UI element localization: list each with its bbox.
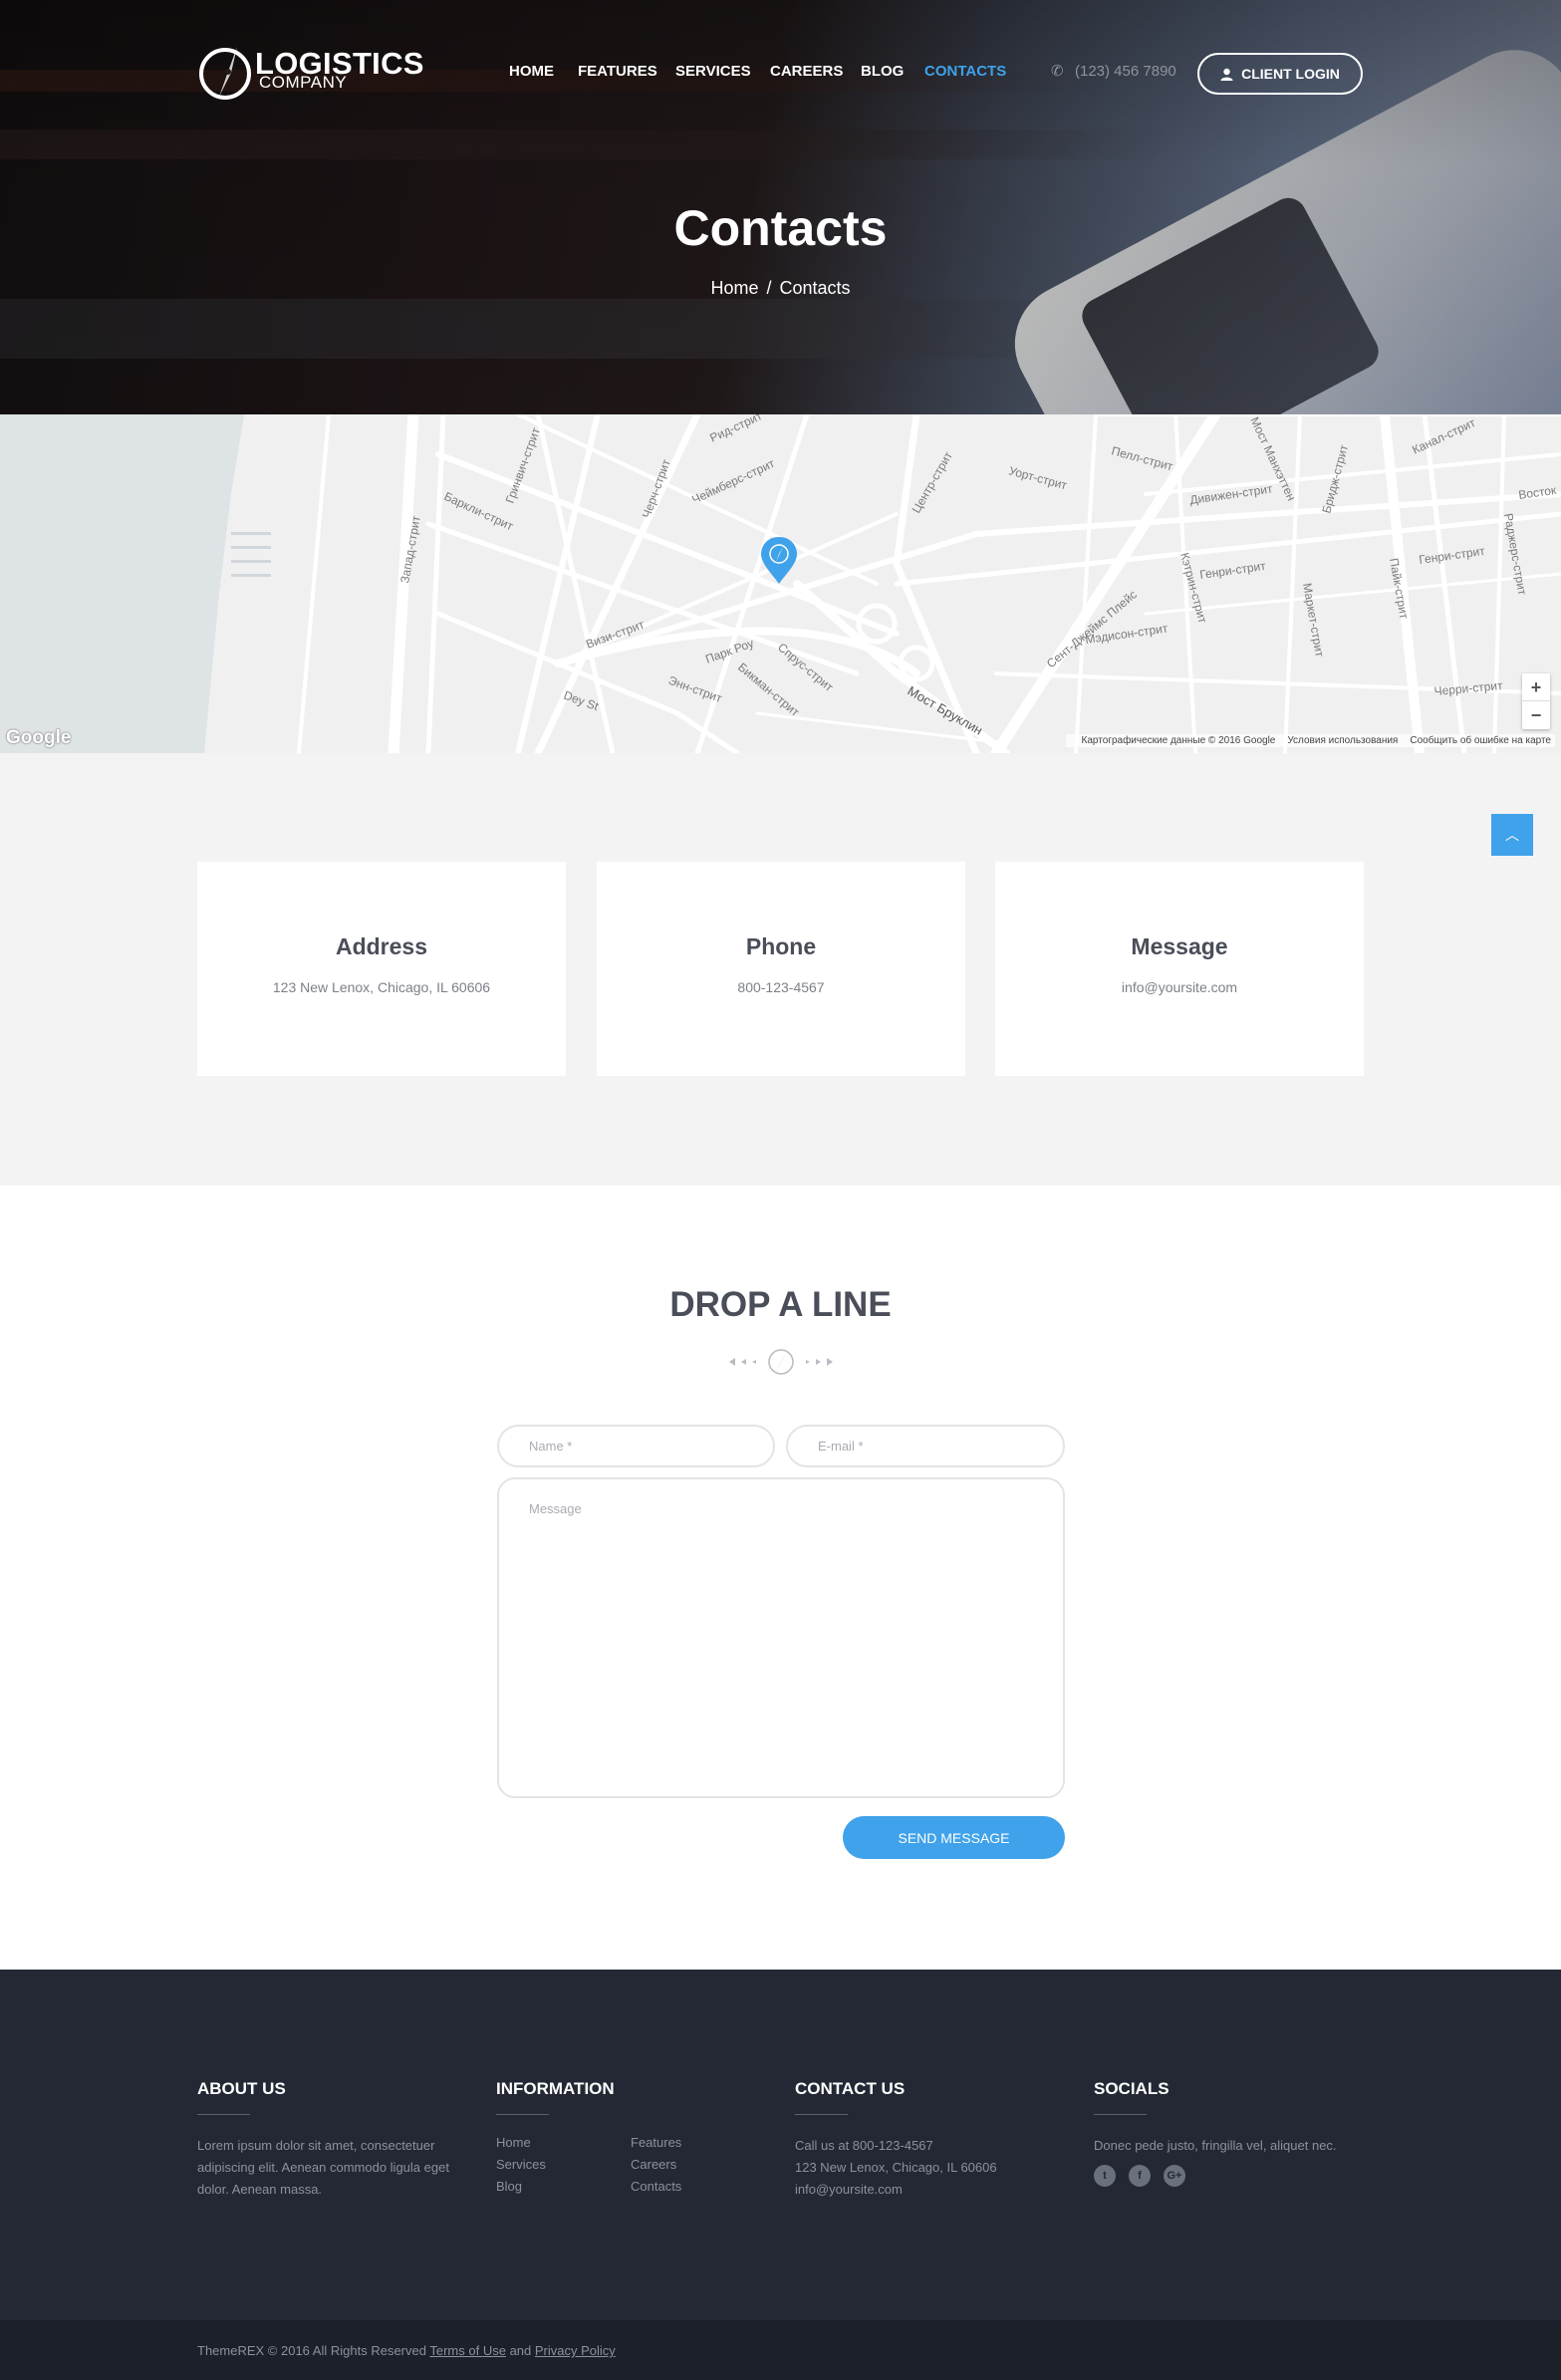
footer-contact: CONTACT US Call us at 800-123-4567 123 N… — [795, 2079, 1064, 2201]
terms-link[interactable]: Terms of Use — [429, 2343, 506, 2358]
footer-divider — [496, 2114, 549, 2115]
breadcrumb-separator: / — [766, 278, 772, 298]
compass-logo-icon — [199, 47, 251, 100]
client-login-button[interactable]: CLIENT LOGIN — [1197, 53, 1363, 95]
nav-contacts[interactable]: CONTACTS — [924, 63, 1006, 80]
privacy-link[interactable]: Privacy Policy — [535, 2343, 616, 2358]
email-field[interactable] — [786, 1425, 1065, 1467]
footer-about-text: Lorem ipsum dolor sit amet, consectetuer… — [197, 2138, 449, 2197]
header-phone-number: (123) 456 7890 — [1075, 63, 1176, 80]
address-card: Address 123 New Lenox, Chicago, IL 60606 — [197, 862, 566, 1076]
google-plus-icon[interactable]: G+ — [1164, 2165, 1185, 2187]
twitter-icon[interactable]: t — [1094, 2165, 1116, 2187]
footer-about: ABOUT US Lorem ipsum dolor sit amet, con… — [197, 2079, 466, 2201]
phone-icon: ✆ — [1051, 63, 1064, 80]
logo-word-company: COMPANY — [259, 73, 348, 92]
nav-services[interactable]: SERVICES — [675, 63, 751, 80]
card-title: Phone — [745, 933, 817, 959]
back-to-top-button[interactable]: ︿ — [1491, 814, 1533, 856]
message-field[interactable] — [497, 1477, 1065, 1798]
footer-contact-email[interactable]: info@yoursite.com — [795, 2179, 1064, 2201]
zoom-in-button[interactable]: + — [1522, 673, 1550, 701]
chevron-up-icon: ︿ — [1505, 827, 1519, 843]
copyright-bar: ThemeREX © 2016 All Rights Reserved Term… — [0, 2320, 1561, 2380]
map-terms-link[interactable]: Условия использования — [1287, 735, 1398, 746]
copyright-label: ThemeREX © 2016 All Rights Reserved — [197, 2343, 426, 2358]
footer-socials-text: Donec pede justo, fringilla vel, aliquet… — [1094, 2138, 1337, 2153]
logo[interactable]: LOGISTICS COMPANY — [197, 39, 423, 105]
nav-blog[interactable]: BLOG — [861, 63, 904, 80]
card-text[interactable]: 800-123-4567 — [597, 979, 965, 995]
footer-socials-title: SOCIALS — [1094, 2079, 1170, 2098]
nav-careers[interactable]: CAREERS — [770, 63, 843, 80]
footer-about-title: ABOUT US — [197, 2079, 286, 2098]
nav-home[interactable]: HOME — [509, 63, 554, 80]
footer-links: Home Features Services Careers Blog Cont… — [496, 2135, 765, 2201]
map-data-credit: Картографические данные © 2016 Google — [1081, 735, 1276, 746]
footer-contact-title: CONTACT US — [795, 2079, 906, 2098]
map-attribution: Картографические данные © 2016 Google Усл… — [1065, 734, 1555, 747]
google-logo: Google — [6, 727, 72, 748]
footer-link-services[interactable]: Services — [496, 2157, 546, 2172]
footer-divider — [197, 2114, 250, 2115]
name-field[interactable] — [497, 1425, 775, 1467]
map-zoom-control: + − — [1522, 673, 1550, 729]
copyright-and: and — [509, 2343, 532, 2358]
social-icons: t f G+ — [1094, 2165, 1363, 2187]
compass-divider-icon — [729, 1349, 833, 1375]
nav-features[interactable]: FEATURES — [578, 63, 657, 80]
footer-contact-lines: Call us at 800-123-4567 123 New Lenox, C… — [795, 2135, 1064, 2201]
footer-contact-address: 123 New Lenox, Chicago, IL 60606 — [795, 2160, 997, 2175]
form-title: DROP A LINE — [669, 1285, 892, 1324]
breadcrumb: Home / Contacts — [0, 278, 1561, 299]
card-text: 123 New Lenox, Chicago, IL 60606 — [272, 979, 491, 995]
facebook-icon[interactable]: f — [1129, 2165, 1151, 2187]
footer-link-features[interactable]: Features — [631, 2135, 681, 2150]
footer-link-contacts[interactable]: Contacts — [631, 2179, 681, 2194]
footer-link-careers[interactable]: Careers — [631, 2157, 676, 2172]
footer-link-home[interactable]: Home — [496, 2135, 531, 2150]
footer-contact-phone: Call us at 800-123-4567 — [795, 2138, 933, 2153]
footer-information-title: INFORMATION — [496, 2079, 615, 2098]
breadcrumb-home[interactable]: Home — [710, 278, 758, 298]
zoom-out-button[interactable]: − — [1522, 701, 1550, 729]
copyright-text: ThemeREX © 2016 All Rights Reserved Term… — [197, 2343, 616, 2358]
page-title: Contacts — [673, 200, 888, 256]
client-login-label: CLIENT LOGIN — [1241, 66, 1340, 82]
footer-divider — [795, 2114, 848, 2115]
user-icon — [1220, 68, 1233, 81]
footer-divider — [1094, 2114, 1147, 2115]
breadcrumb-current: Contacts — [779, 278, 851, 298]
footer-information: INFORMATION Home Features Services Caree… — [496, 2079, 765, 2201]
message-card: Message info@yoursite.com — [995, 862, 1364, 1076]
google-map[interactable]: Рид-стрит Чеймберс-стрит Баркли-стрит Гр… — [0, 414, 1561, 753]
footer-socials: SOCIALS Donec pede justo, fringilla vel,… — [1094, 2079, 1363, 2187]
card-text[interactable]: info@yoursite.com — [995, 979, 1364, 995]
map-report-link[interactable]: Сообщить об ошибке на карте — [1410, 735, 1551, 746]
card-title: Message — [1131, 933, 1228, 959]
send-message-button[interactable]: SEND MESSAGE — [843, 1816, 1065, 1859]
card-title: Address — [335, 933, 428, 959]
header-phone[interactable]: ✆ (123) 456 7890 — [1051, 62, 1176, 80]
map-canvas[interactable]: Рид-стрит Чеймберс-стрит Баркли-стрит Гр… — [0, 414, 1561, 753]
footer-link-blog[interactable]: Blog — [496, 2179, 522, 2194]
phone-card: Phone 800-123-4567 — [597, 862, 965, 1076]
